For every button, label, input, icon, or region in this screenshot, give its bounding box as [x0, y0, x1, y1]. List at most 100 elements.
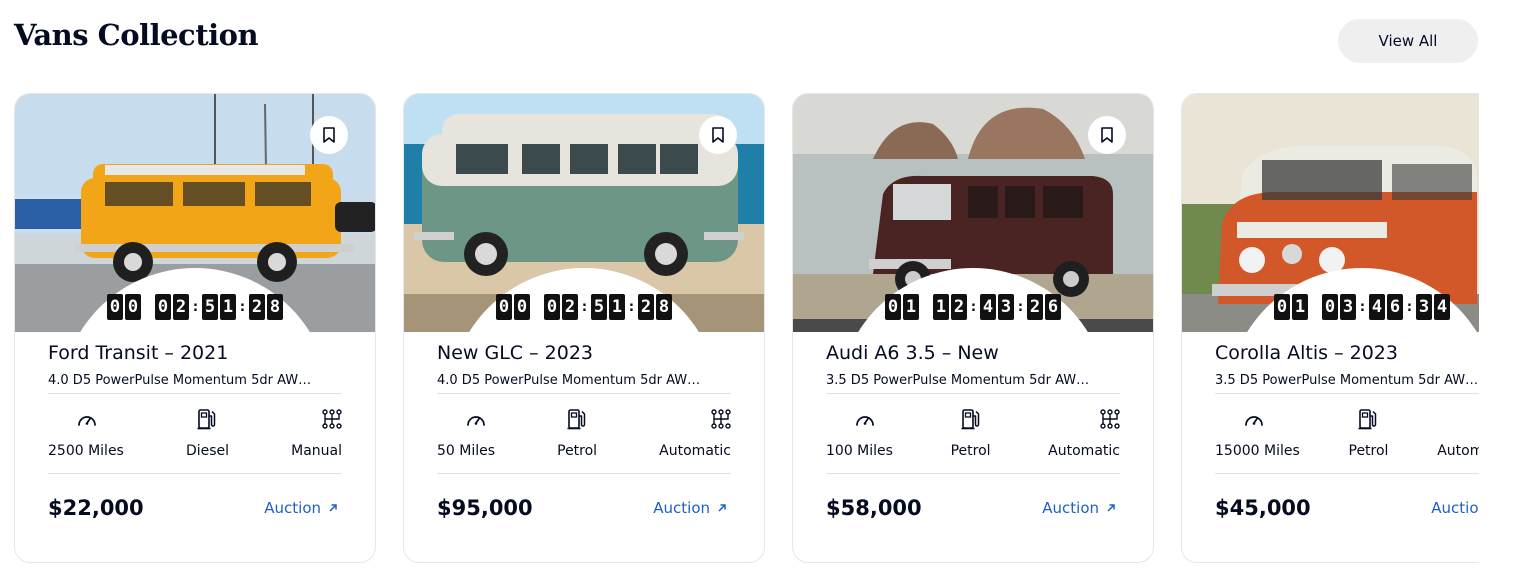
fuel-pump-icon — [567, 409, 586, 430]
digit: 4 — [980, 294, 996, 320]
arrow-up-right-icon — [1107, 504, 1115, 512]
vehicle-specs: 15000 Miles Petrol Automatic — [1215, 394, 1479, 474]
digit: 0 — [1274, 294, 1290, 320]
spec-mileage: 100 Miles — [826, 408, 893, 459]
digit: 2 — [173, 294, 189, 320]
vehicle-description: 4.0 D5 PowerPulse Momentum 5dr AW… — [48, 373, 342, 394]
bookmark-button[interactable] — [310, 116, 348, 154]
spec-mileage: 15000 Miles — [1215, 408, 1300, 459]
bookmark-button[interactable] — [699, 116, 737, 154]
countdown-minutes: 46 — [1369, 294, 1403, 320]
digit: 8 — [267, 294, 283, 320]
auction-link[interactable]: Auction — [1042, 499, 1116, 517]
spec-mileage: 2500 Miles — [48, 408, 124, 459]
digit: 5 — [202, 294, 218, 320]
spec-label: 2500 Miles — [48, 443, 124, 459]
auction-link-label: Auction — [264, 499, 321, 517]
spec-fuel: Petrol — [1349, 408, 1388, 459]
spec-mileage: 50 Miles — [437, 408, 495, 459]
digit: 2 — [951, 294, 967, 320]
countdown-seconds: 28 — [638, 294, 672, 320]
countdown-minutes: 43 — [980, 294, 1014, 320]
spec-label: Automatic — [1048, 443, 1120, 459]
vehicle-card[interactable]: 00 02 : 51 : 28 New GLC – 2023 4.0 D5 Po… — [403, 93, 765, 563]
countdown-days: 00 — [107, 294, 141, 320]
digit: 1 — [933, 294, 949, 320]
auction-countdown: 01 12 : 43 : 26 — [793, 294, 1153, 320]
countdown-minutes: 51 — [591, 294, 625, 320]
speedometer-icon — [856, 416, 874, 426]
digit: 2 — [249, 294, 265, 320]
countdown-days: 01 — [1274, 294, 1308, 320]
digit: 5 — [591, 294, 607, 320]
digit: 0 — [125, 294, 141, 320]
vehicle-description: 3.5 D5 PowerPulse Momentum 5dr AW… — [826, 373, 1120, 394]
auction-link[interactable]: Auction — [653, 499, 727, 517]
auction-countdown: 01 03 : 46 : 34 — [1182, 294, 1479, 320]
digit: 1 — [1292, 294, 1308, 320]
view-all-button[interactable]: View All — [1338, 19, 1478, 63]
digit: 3 — [1416, 294, 1432, 320]
spec-fuel: Diesel — [186, 408, 229, 459]
digit: 3 — [998, 294, 1014, 320]
vehicle-card[interactable]: 00 02 : 51 : 28 Ford Transit – 2021 4.0 … — [14, 93, 376, 563]
digit: 0 — [496, 294, 512, 320]
auction-link-label: Auction — [653, 499, 710, 517]
digit: 2 — [638, 294, 654, 320]
digit: 1 — [220, 294, 236, 320]
speedometer-icon — [1245, 416, 1263, 426]
speedometer-icon — [467, 416, 485, 426]
spec-label: Manual — [291, 443, 342, 459]
vehicle-price: $58,000 — [826, 496, 922, 520]
digit: 2 — [1027, 294, 1043, 320]
digit: 0 — [1322, 294, 1338, 320]
digit: 2 — [562, 294, 578, 320]
card-carousel[interactable]: 00 02 : 51 : 28 Ford Transit – 2021 4.0 … — [0, 93, 1479, 574]
vehicle-specs: 2500 Miles Diesel Manual — [48, 394, 342, 474]
digit: 0 — [885, 294, 901, 320]
countdown-seconds: 34 — [1416, 294, 1450, 320]
auction-link[interactable]: Auction — [1431, 499, 1479, 517]
vehicle-price: $22,000 — [48, 496, 144, 520]
spec-label: 15000 Miles — [1215, 443, 1300, 459]
fuel-pump-icon — [961, 409, 979, 430]
digit: 0 — [107, 294, 123, 320]
spec-transmission: Automatic — [659, 408, 731, 459]
bookmark-icon — [712, 127, 724, 143]
spec-label: Petrol — [557, 443, 598, 459]
auction-link[interactable]: Auction — [264, 499, 338, 517]
digit: 6 — [1045, 294, 1061, 320]
digit: 4 — [1369, 294, 1385, 320]
section-title: Vans Collection — [14, 18, 259, 52]
vehicle-specs: 100 Miles Petrol Automatic — [826, 394, 1120, 474]
vehicle-title[interactable]: Corolla Altis – 2023 — [1215, 342, 1479, 364]
vehicle-card[interactable]: 01 03 : 46 : 34 Corolla Altis – 2023 3.5… — [1181, 93, 1479, 563]
auction-countdown: 00 02 : 51 : 28 — [404, 294, 764, 320]
vehicle-price: $45,000 — [1215, 496, 1311, 520]
vehicle-title[interactable]: Ford Transit – 2021 — [48, 342, 342, 364]
auction-countdown: 00 02 : 51 : 28 — [15, 294, 375, 320]
speedometer-icon — [78, 416, 96, 426]
spec-label: 50 Miles — [437, 443, 496, 459]
digit: 6 — [1387, 294, 1403, 320]
countdown-days: 00 — [496, 294, 530, 320]
vehicle-title[interactable]: Audi A6 3.5 – New — [826, 342, 1120, 364]
vehicle-price: $95,000 — [437, 496, 533, 520]
gearbox-icon — [1100, 409, 1120, 429]
digit: 3 — [1340, 294, 1356, 320]
vehicle-card[interactable]: 01 12 : 43 : 26 Audi A6 3.5 – New 3.5 D5… — [792, 93, 1154, 563]
countdown-hours: 03 — [1322, 294, 1356, 320]
countdown-hours: 12 — [933, 294, 967, 320]
spec-label: Automatic — [659, 443, 731, 459]
digit: 0 — [155, 294, 171, 320]
digit: 1 — [609, 294, 625, 320]
countdown-seconds: 26 — [1027, 294, 1061, 320]
spec-fuel: Petrol — [951, 408, 991, 459]
bookmark-button[interactable] — [1088, 116, 1126, 154]
vehicle-title[interactable]: New GLC – 2023 — [437, 342, 731, 364]
digit: 4 — [1434, 294, 1450, 320]
arrow-up-right-icon — [329, 504, 337, 512]
spec-label: Diesel — [185, 443, 230, 459]
digit: 0 — [544, 294, 560, 320]
gearbox-icon — [711, 409, 731, 429]
